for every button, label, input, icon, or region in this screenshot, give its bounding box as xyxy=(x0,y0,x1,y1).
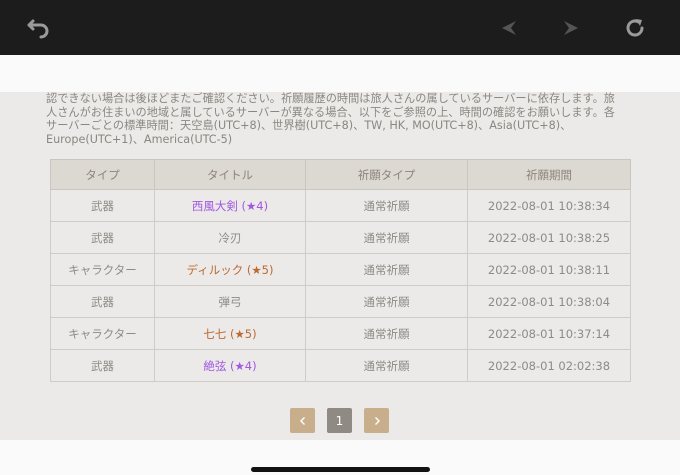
chevron-left-icon xyxy=(299,416,305,425)
address-area xyxy=(0,55,680,92)
table-row: 武器 弾弓 通常祈願 2022-08-01 10:38:04 xyxy=(50,285,631,318)
intro-line: 認できない場合は後ほどまたご確認ください。祈願履歴の時間は旅人さんの属しているサ… xyxy=(46,92,615,105)
next-arrow-icon[interactable] xyxy=(557,14,585,42)
cell-time: 2022-08-01 10:38:34 xyxy=(467,189,631,222)
page-number-button[interactable]: 1 xyxy=(327,408,352,433)
cell-title: 弾弓 xyxy=(154,285,306,318)
table-row: 武器 西風大剣 (★4) 通常祈願 2022-08-01 10:38:34 xyxy=(50,189,631,222)
cell-type: キャラクター xyxy=(50,317,155,350)
cell-type: 武器 xyxy=(50,349,155,382)
header-title: タイトル xyxy=(154,159,306,190)
header-type: タイプ xyxy=(50,159,155,190)
cell-wish-type: 通常祈願 xyxy=(305,189,468,222)
cell-wish-type: 通常祈願 xyxy=(305,285,468,318)
wish-history-page: 認できない場合は後ほどまたご確認ください。祈願履歴の時間は旅人さんの属しているサ… xyxy=(0,92,680,440)
table-row: キャラクター 七七 (★5) 通常祈願 2022-08-01 10:37:14 xyxy=(50,317,631,350)
cell-type: 武器 xyxy=(50,189,155,222)
cell-time: 2022-08-01 10:38:11 xyxy=(467,253,631,286)
intro-line: Europe(UTC+1)、America(UTC-5) xyxy=(46,132,233,146)
back-arrow-icon[interactable] xyxy=(22,14,50,42)
cell-title: 七七 (★5) xyxy=(154,317,306,350)
cell-time: 2022-08-01 10:38:04 xyxy=(467,285,631,318)
intro-line: 人さんがお住まいの地域と属しているサーバーが異なる場合、以下をご参照の上、時間の… xyxy=(46,105,615,119)
header-wish-type: 祈願タイプ xyxy=(305,159,468,190)
cell-time: 2022-08-01 02:02:38 xyxy=(467,349,631,382)
cell-wish-type: 通常祈願 xyxy=(305,253,468,286)
home-indicator[interactable] xyxy=(251,467,430,472)
cell-wish-type: 通常祈願 xyxy=(305,221,468,254)
prev-page-button[interactable] xyxy=(290,408,315,433)
cell-type: 武器 xyxy=(50,221,155,254)
intro-text: 認できない場合は後ほどまたご確認ください。祈願履歴の時間は旅人さんの属しているサ… xyxy=(46,92,636,146)
chevron-right-icon xyxy=(374,416,380,425)
table-row: 武器 絶弦 (★4) 通常祈願 2022-08-01 02:02:38 xyxy=(50,349,631,382)
cell-type: 武器 xyxy=(50,285,155,318)
reload-icon[interactable] xyxy=(621,14,649,42)
header-wish-time: 祈願期間 xyxy=(467,159,631,190)
table-row: キャラクター ディルック (★5) 通常祈願 2022-08-01 10:38:… xyxy=(50,253,631,286)
intro-line: サーバーごとの標準時間：天空島(UTC+8)、世界樹(UTC+8)、TW, HK… xyxy=(46,119,572,133)
next-page-button[interactable] xyxy=(364,408,389,433)
wish-history-table: タイプ タイトル 祈願タイプ 祈願期間 武器 西風大剣 (★4) 通常祈願 20… xyxy=(50,159,631,382)
cell-title: 西風大剣 (★4) xyxy=(154,189,306,222)
cell-type: キャラクター xyxy=(50,253,155,286)
cell-title: 冷刃 xyxy=(154,221,306,254)
prev-arrow-icon[interactable] xyxy=(495,14,523,42)
cell-title: ディルック (★5) xyxy=(154,253,306,286)
cell-wish-type: 通常祈願 xyxy=(305,349,468,382)
cell-time: 2022-08-01 10:37:14 xyxy=(467,317,631,350)
table-header-row: タイプ タイトル 祈願タイプ 祈願期間 xyxy=(50,159,631,190)
cell-time: 2022-08-01 10:38:25 xyxy=(467,221,631,254)
browser-toolbar xyxy=(0,0,680,55)
cell-title: 絶弦 (★4) xyxy=(154,349,306,382)
cell-wish-type: 通常祈願 xyxy=(305,317,468,350)
table-row: 武器 冷刃 通常祈願 2022-08-01 10:38:25 xyxy=(50,221,631,254)
